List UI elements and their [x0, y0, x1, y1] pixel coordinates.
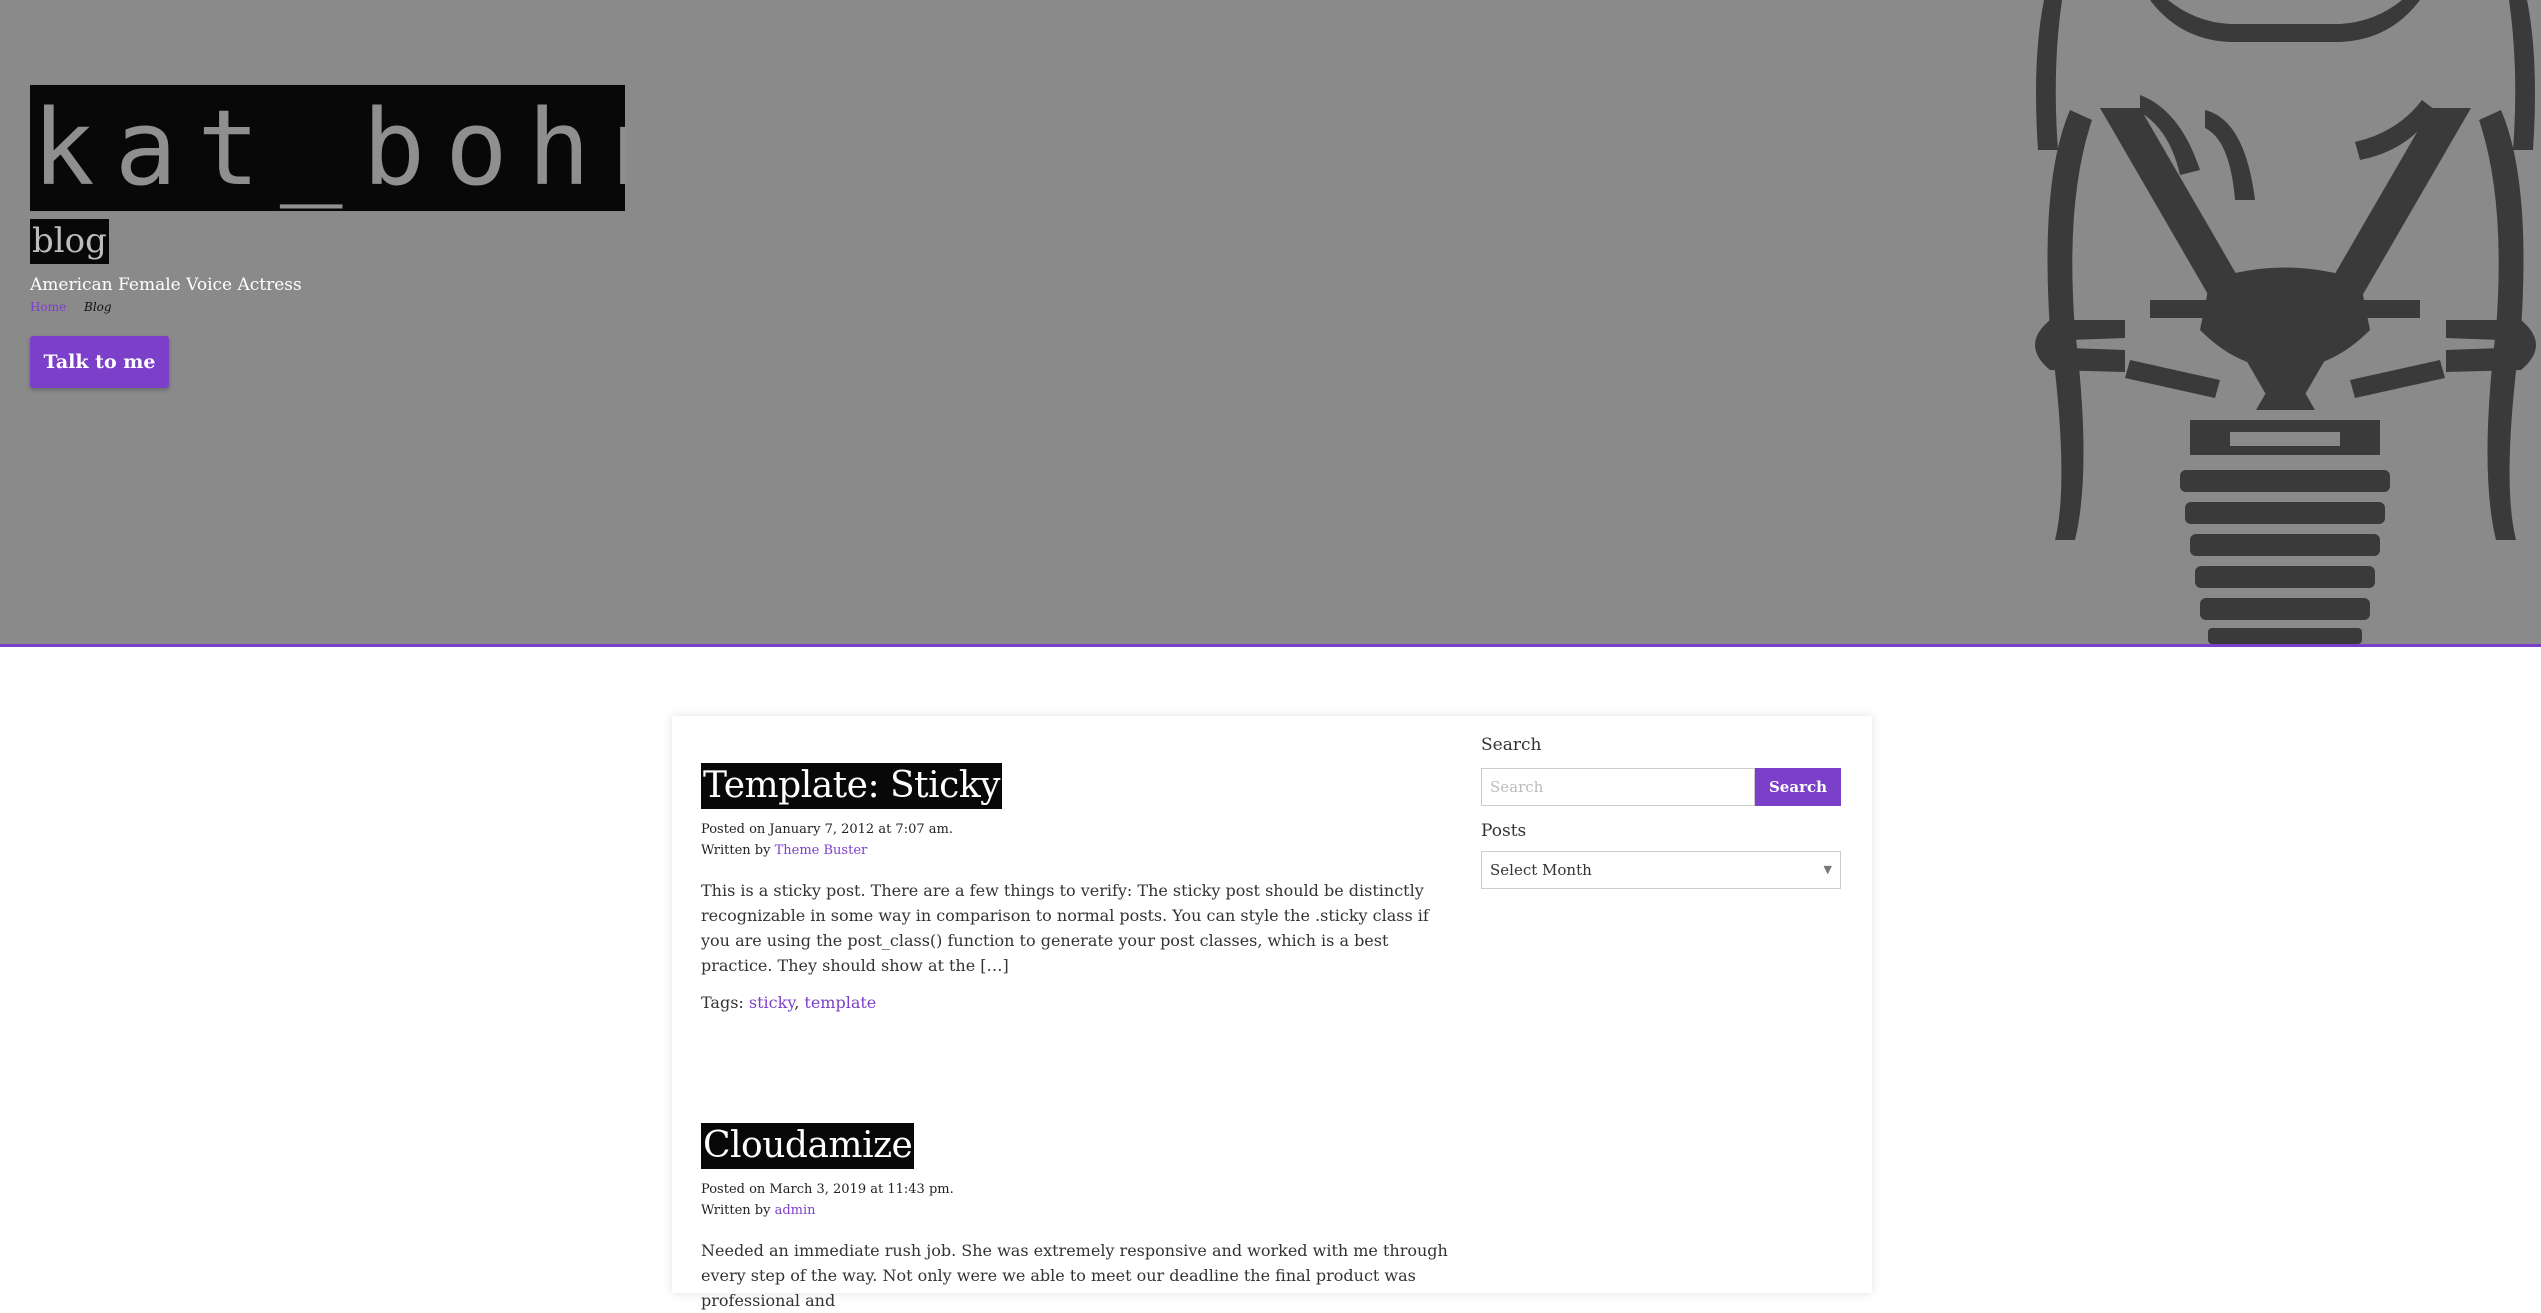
- post-date: Posted on March 3, 2019 at 11:43 pm.: [701, 1182, 954, 1197]
- posts-widget-title: Posts: [1481, 821, 1527, 841]
- post-title-link[interactable]: Cloudamize: [701, 1123, 915, 1169]
- breadcrumb-current: Blog: [84, 300, 112, 314]
- tag-link-template[interactable]: template: [804, 993, 876, 1012]
- post-tags: Tags: sticky, template: [701, 993, 877, 1012]
- tag-link-sticky[interactable]: sticky: [749, 993, 794, 1012]
- talk-to-me-button[interactable]: Talk to me: [30, 336, 169, 388]
- written-by-label: Written by: [701, 1203, 771, 1218]
- search-input[interactable]: [1481, 768, 1755, 806]
- written-by-label: Written by: [701, 843, 771, 858]
- tags-label: Tags:: [701, 993, 744, 1012]
- post-excerpt: Needed an immediate rush job. She was ex…: [701, 1241, 1448, 1310]
- post-excerpt: This is a sticky post. There are a few t…: [701, 881, 1429, 975]
- chevron-down-icon: ▼: [1823, 863, 1832, 876]
- content-card: Template: Sticky Posted on January 7, 20…: [672, 716, 1872, 1310]
- post-entry: Template: Sticky Posted on January 7, 20…: [701, 763, 1451, 1012]
- post-date: Posted on January 7, 2012 at 7:07 am.: [701, 822, 953, 837]
- site-tagline: American Female Voice Actress: [30, 275, 302, 295]
- search-widget-title: Search: [1481, 735, 1542, 755]
- page-title: blog: [30, 219, 109, 264]
- breadcrumb: Home Blog: [30, 299, 112, 315]
- author-link[interactable]: admin: [775, 1203, 816, 1218]
- post-entry: Cloudamize Posted on March 3, 2019 at 11…: [701, 1123, 1451, 1313]
- archive-month-select[interactable]: Select Month ▼: [1481, 851, 1841, 889]
- site-logo[interactable]: kat_bohn: [30, 85, 625, 211]
- post-meta: Posted on January 7, 2012 at 7:07 am. Wr…: [701, 819, 1451, 861]
- post-meta: Posted on March 3, 2019 at 11:43 pm. Wri…: [701, 1179, 1451, 1221]
- post-author-line: Written by admin: [701, 1200, 1451, 1221]
- post-title-link[interactable]: Template: Sticky: [701, 763, 1002, 809]
- search-button[interactable]: Search: [1755, 768, 1841, 806]
- breadcrumb-home-link[interactable]: Home: [30, 300, 66, 314]
- microphone-icon: [2035, 0, 2536, 644]
- post-author-line: Written by Theme Buster: [701, 840, 1451, 861]
- search-form: Search: [1481, 768, 1841, 806]
- author-link[interactable]: Theme Buster: [775, 843, 868, 858]
- site-header: kat_bohn blog American Female Voice Actr…: [0, 0, 2541, 647]
- archive-select-value: Select Month: [1490, 861, 1592, 879]
- sidebar: Search Search Posts Select Month ▼: [1481, 734, 1841, 889]
